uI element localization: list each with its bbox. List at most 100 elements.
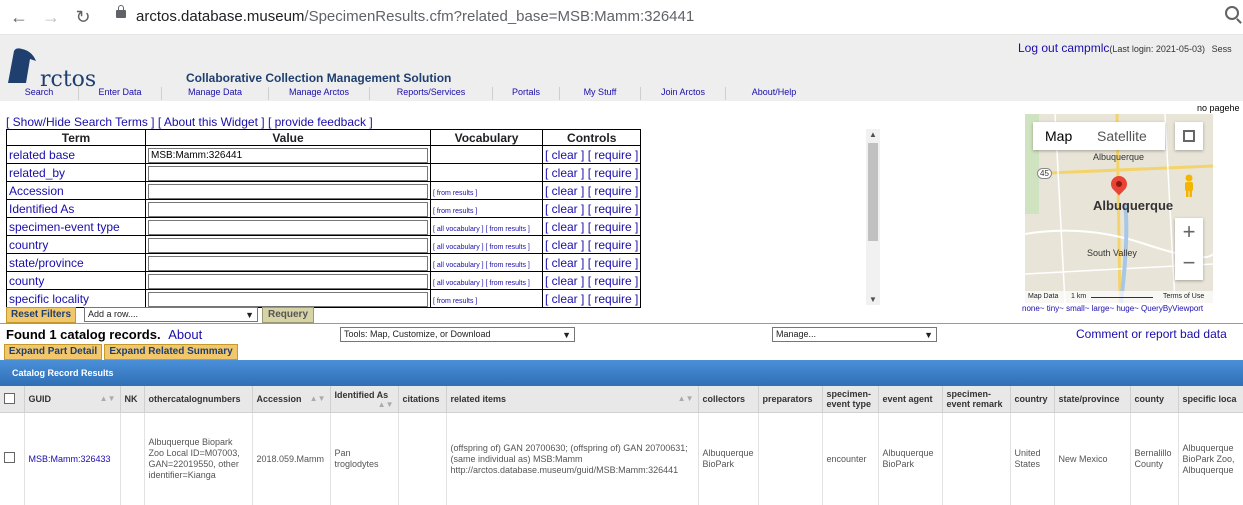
zoom-icon[interactable] (1225, 6, 1239, 20)
about-results-link[interactable]: About (168, 327, 202, 342)
grid-col-header[interactable]: GUID▲▼ (24, 386, 120, 413)
grid-col-header[interactable]: related items▲▼ (446, 386, 698, 413)
tools-select[interactable]: Tools: Map, Customize, or Download ▼ (340, 327, 575, 342)
forward-arrow-icon[interactable]: → (40, 6, 62, 28)
map-widget[interactable]: Map Satellite Albuquerque 45 Albuquerque… (1025, 114, 1213, 303)
map-size-none[interactable]: none (1022, 304, 1040, 313)
term-value-input[interactable] (148, 166, 428, 181)
reset-filters-button[interactable]: Reset Filters (6, 307, 76, 323)
map-size-large[interactable]: large (1092, 304, 1110, 313)
map-size-tiny[interactable]: tiny (1047, 304, 1059, 313)
clear-link[interactable]: [ clear ] (545, 238, 584, 252)
reload-icon[interactable]: ↻ (72, 6, 94, 28)
grid-col-header[interactable]: preparators (758, 386, 822, 413)
map-terms-link[interactable]: Terms of Use (1163, 293, 1204, 300)
grid-col-header[interactable]: event agent (878, 386, 942, 413)
map-tab[interactable]: Map (1045, 128, 1072, 144)
sort-icon[interactable]: ▲▼ (100, 394, 116, 403)
term-value-input[interactable] (148, 202, 428, 217)
term-label[interactable]: specimen-event type (9, 220, 120, 234)
requery-button[interactable]: Requery (262, 307, 314, 323)
vocab-links[interactable]: [ from results ] (433, 208, 477, 215)
add-row-select[interactable]: Add a row.... ▼ (84, 307, 258, 322)
menu-about-help[interactable]: About/Help (726, 87, 822, 100)
grid-col-header[interactable]: Identified As▲▼ (330, 386, 398, 413)
sort-icon[interactable]: ▲▼ (678, 394, 694, 403)
menu-my-stuff[interactable]: My Stuff (560, 87, 641, 100)
back-arrow-icon[interactable]: ← (8, 6, 30, 28)
vocab-links[interactable]: [ from results ] (433, 190, 477, 197)
term-label[interactable]: Identified As (9, 202, 74, 216)
clear-link[interactable]: [ clear ] (545, 148, 584, 162)
menu-reports-services[interactable]: Reports/Services (370, 87, 493, 100)
scroll-down-icon[interactable]: ▼ (869, 295, 877, 304)
address-bar[interactable]: arctos.database.museum/SpecimenResults.c… (108, 4, 1243, 30)
select-all-checkbox[interactable] (4, 393, 15, 404)
grid-col-header[interactable]: NK (120, 386, 144, 413)
table-row[interactable]: MSB:Mamm:326433 Albuquerque Biopark Zoo … (0, 413, 1243, 505)
zoom-out-icon[interactable]: − (1175, 250, 1203, 276)
grid-col-header[interactable]: specimen-event type (822, 386, 878, 413)
menu-join-arctos[interactable]: Join Arctos (641, 87, 726, 100)
row-checkbox[interactable] (4, 452, 15, 463)
require-link[interactable]: [ require ] (588, 220, 639, 234)
vocab-links[interactable]: [ all vocabulary ] [ from results ] (433, 226, 530, 233)
grid-col-header[interactable]: citations (398, 386, 446, 413)
menu-search[interactable]: Search (0, 87, 79, 100)
term-value-input[interactable] (148, 184, 428, 199)
term-label[interactable]: state/province (9, 256, 84, 270)
expand-part-detail-button[interactable]: Expand Part Detail (4, 344, 102, 360)
menu-portals[interactable]: Portals (493, 87, 560, 100)
clear-link[interactable]: [ clear ] (545, 292, 584, 306)
grid-col-header[interactable]: country (1010, 386, 1054, 413)
term-value-input[interactable] (148, 256, 428, 271)
guid-link[interactable]: MSB:Mamm:326433 (29, 454, 111, 464)
require-link[interactable]: [ require ] (588, 256, 639, 270)
manage-select[interactable]: Manage... ▼ (772, 327, 937, 342)
term-label[interactable]: related_by (9, 166, 65, 180)
require-link[interactable]: [ require ] (588, 274, 639, 288)
show-hide-terms-link[interactable]: [ Show/Hide Search Terms ] (6, 115, 155, 129)
require-link[interactable]: [ require ] (588, 202, 639, 216)
pegman-icon[interactable] (1182, 174, 1196, 198)
term-label[interactable]: specific locality (9, 292, 89, 306)
grid-col-header[interactable]: othercatalognumbers (144, 386, 252, 413)
search-scrollbar[interactable]: ▲ ▼ (866, 129, 880, 305)
require-link[interactable]: [ require ] (588, 148, 639, 162)
grid-col-header[interactable]: state/province (1054, 386, 1130, 413)
menu-manage-data[interactable]: Manage Data (162, 87, 269, 100)
sort-icon[interactable]: ▲▼ (310, 394, 326, 403)
clear-link[interactable]: [ clear ] (545, 256, 584, 270)
term-value-input[interactable] (148, 274, 428, 289)
satellite-tab[interactable]: Satellite (1097, 128, 1147, 144)
vocab-links[interactable]: [ all vocabulary ] [ from results ] (433, 280, 530, 287)
term-value-input[interactable] (148, 220, 428, 235)
zoom-in-icon[interactable]: + (1175, 219, 1203, 245)
comment-report-link[interactable]: Comment or report bad data (1076, 327, 1227, 341)
require-link[interactable]: [ require ] (588, 184, 639, 198)
logout-link[interactable]: Log out campmlc (1018, 41, 1109, 55)
map-size-huge[interactable]: huge (1116, 304, 1134, 313)
provide-feedback-link[interactable]: [ provide feedback ] (268, 115, 373, 129)
vocab-links[interactable]: [ all vocabulary ] [ from results ] (433, 262, 530, 269)
term-value-input[interactable] (148, 292, 428, 307)
grid-col-header[interactable]: specific loca (1178, 386, 1243, 413)
grid-col-header[interactable]: specimen-event remark (942, 386, 1010, 413)
clear-link[interactable]: [ clear ] (545, 184, 584, 198)
query-by-viewport-link[interactable]: QueryByViewport (1141, 304, 1203, 313)
scroll-thumb[interactable] (868, 143, 878, 241)
term-label[interactable]: county (9, 274, 44, 288)
term-value-input[interactable] (148, 148, 428, 163)
grid-col-header[interactable]: Accession▲▼ (252, 386, 330, 413)
clear-link[interactable]: [ clear ] (545, 166, 584, 180)
menu-manage-arctos[interactable]: Manage Arctos (269, 87, 370, 100)
term-label[interactable]: related base (9, 148, 75, 162)
fullscreen-button[interactable] (1175, 122, 1203, 150)
require-link[interactable]: [ require ] (588, 292, 639, 306)
map-data-label[interactable]: Map Data (1028, 293, 1058, 300)
require-link[interactable]: [ require ] (588, 166, 639, 180)
expand-related-summary-button[interactable]: Expand Related Summary (104, 344, 238, 360)
map-size-small[interactable]: small (1066, 304, 1085, 313)
term-label[interactable]: Accession (9, 184, 64, 198)
sort-icon[interactable]: ▲▼ (378, 400, 394, 409)
